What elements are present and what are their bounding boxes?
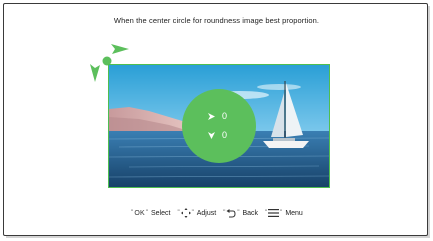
ok-key: OK [134, 209, 145, 217]
horizontal-indicator: 0 [207, 110, 227, 122]
center-circle [182, 89, 256, 163]
hint-select-label: Select [150, 209, 171, 217]
hint-menu[interactable]: " " Menu [264, 209, 303, 217]
hint-menu-label: Menu [285, 209, 303, 217]
horizontal-value: 0 [222, 111, 228, 121]
arrows-cross-icon [180, 208, 191, 218]
down-arrow-icon [208, 131, 215, 139]
vertical-value: 0 [222, 130, 228, 140]
hint-adjust-label: Adjust [196, 209, 217, 217]
hint-select[interactable]: " OK " Select [130, 210, 170, 217]
down-arrow-icon [90, 64, 100, 82]
right-arrow-icon [111, 44, 129, 54]
instruction-text: When the center circle for roundness ima… [113, 16, 320, 25]
back-arrow-icon [226, 208, 236, 217]
right-arrow-icon [208, 112, 215, 120]
menu-icon [268, 209, 280, 217]
hint-back-label: Back [242, 209, 259, 217]
hint-adjust[interactable]: " " Adjust [176, 208, 216, 218]
hint-bar: " OK " Select " " Adjust " " Back " " Me… [0, 208, 433, 218]
vertical-indicator: 0 [207, 129, 227, 141]
hint-back[interactable]: " " Back [222, 208, 259, 218]
